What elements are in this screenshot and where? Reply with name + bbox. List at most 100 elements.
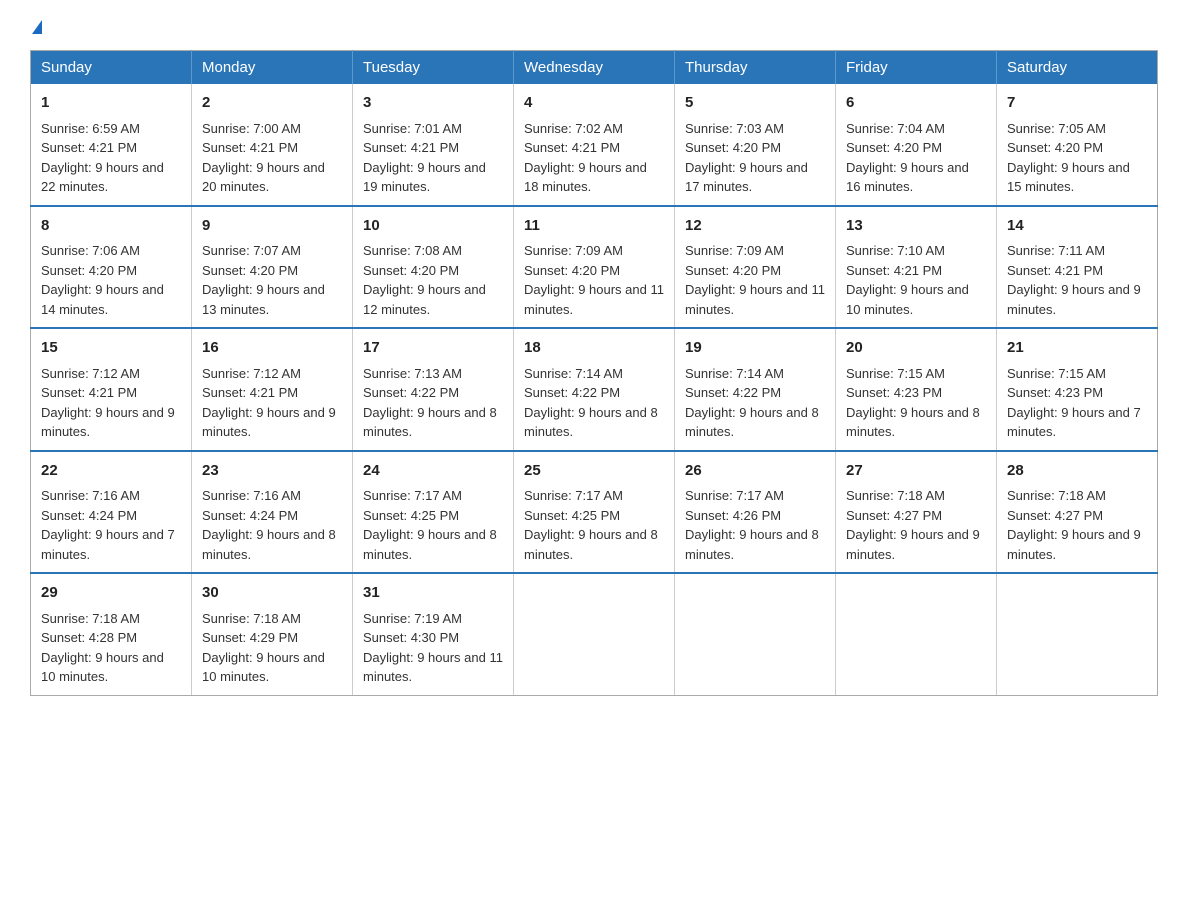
day-info: Sunrise: 7:09 AMSunset: 4:20 PMDaylight:… — [524, 243, 664, 317]
calendar-day-cell: 10 Sunrise: 7:08 AMSunset: 4:20 PMDaylig… — [353, 206, 514, 329]
day-number: 21 — [1007, 337, 1147, 360]
day-info: Sunrise: 7:07 AMSunset: 4:20 PMDaylight:… — [202, 243, 325, 317]
calendar-day-cell: 4 Sunrise: 7:02 AMSunset: 4:21 PMDayligh… — [514, 84, 675, 206]
calendar-day-cell: 1 Sunrise: 6:59 AMSunset: 4:21 PMDayligh… — [31, 84, 192, 206]
day-number: 30 — [202, 582, 342, 605]
day-number: 25 — [524, 460, 664, 483]
calendar-week-row: 29 Sunrise: 7:18 AMSunset: 4:28 PMDaylig… — [31, 573, 1158, 695]
day-number: 12 — [685, 215, 825, 238]
calendar-day-cell — [997, 573, 1158, 695]
day-info: Sunrise: 7:12 AMSunset: 4:21 PMDaylight:… — [202, 366, 336, 440]
day-number: 28 — [1007, 460, 1147, 483]
day-number: 16 — [202, 337, 342, 360]
day-number: 10 — [363, 215, 503, 238]
day-number: 8 — [41, 215, 181, 238]
day-number: 5 — [685, 92, 825, 115]
calendar-body: 1 Sunrise: 6:59 AMSunset: 4:21 PMDayligh… — [31, 84, 1158, 695]
day-number: 19 — [685, 337, 825, 360]
calendar-day-cell: 26 Sunrise: 7:17 AMSunset: 4:26 PMDaylig… — [675, 451, 836, 574]
day-number: 22 — [41, 460, 181, 483]
calendar-day-cell: 6 Sunrise: 7:04 AMSunset: 4:20 PMDayligh… — [836, 84, 997, 206]
day-info: Sunrise: 7:19 AMSunset: 4:30 PMDaylight:… — [363, 611, 503, 685]
calendar-day-cell: 18 Sunrise: 7:14 AMSunset: 4:22 PMDaylig… — [514, 328, 675, 451]
day-info: Sunrise: 7:02 AMSunset: 4:21 PMDaylight:… — [524, 121, 647, 195]
calendar-day-cell: 14 Sunrise: 7:11 AMSunset: 4:21 PMDaylig… — [997, 206, 1158, 329]
calendar-week-row: 8 Sunrise: 7:06 AMSunset: 4:20 PMDayligh… — [31, 206, 1158, 329]
logo-triangle-icon — [32, 20, 42, 34]
calendar-day-cell: 22 Sunrise: 7:16 AMSunset: 4:24 PMDaylig… — [31, 451, 192, 574]
calendar-day-cell: 16 Sunrise: 7:12 AMSunset: 4:21 PMDaylig… — [192, 328, 353, 451]
day-info: Sunrise: 7:03 AMSunset: 4:20 PMDaylight:… — [685, 121, 808, 195]
weekday-header-cell: Saturday — [997, 51, 1158, 85]
day-number: 9 — [202, 215, 342, 238]
calendar-day-cell: 13 Sunrise: 7:10 AMSunset: 4:21 PMDaylig… — [836, 206, 997, 329]
day-info: Sunrise: 7:12 AMSunset: 4:21 PMDaylight:… — [41, 366, 175, 440]
calendar-day-cell — [675, 573, 836, 695]
calendar-day-cell: 28 Sunrise: 7:18 AMSunset: 4:27 PMDaylig… — [997, 451, 1158, 574]
logo — [30, 20, 42, 34]
day-info: Sunrise: 7:17 AMSunset: 4:25 PMDaylight:… — [524, 488, 658, 562]
day-info: Sunrise: 7:18 AMSunset: 4:29 PMDaylight:… — [202, 611, 325, 685]
calendar-day-cell: 3 Sunrise: 7:01 AMSunset: 4:21 PMDayligh… — [353, 84, 514, 206]
calendar-day-cell: 9 Sunrise: 7:07 AMSunset: 4:20 PMDayligh… — [192, 206, 353, 329]
day-number: 17 — [363, 337, 503, 360]
day-info: Sunrise: 7:01 AMSunset: 4:21 PMDaylight:… — [363, 121, 486, 195]
calendar-day-cell: 12 Sunrise: 7:09 AMSunset: 4:20 PMDaylig… — [675, 206, 836, 329]
day-number: 31 — [363, 582, 503, 605]
weekday-header-cell: Tuesday — [353, 51, 514, 85]
day-number: 7 — [1007, 92, 1147, 115]
day-info: Sunrise: 7:18 AMSunset: 4:28 PMDaylight:… — [41, 611, 164, 685]
day-info: Sunrise: 7:15 AMSunset: 4:23 PMDaylight:… — [1007, 366, 1141, 440]
calendar-day-cell: 25 Sunrise: 7:17 AMSunset: 4:25 PMDaylig… — [514, 451, 675, 574]
day-info: Sunrise: 6:59 AMSunset: 4:21 PMDaylight:… — [41, 121, 164, 195]
day-number: 3 — [363, 92, 503, 115]
calendar-day-cell: 8 Sunrise: 7:06 AMSunset: 4:20 PMDayligh… — [31, 206, 192, 329]
day-info: Sunrise: 7:09 AMSunset: 4:20 PMDaylight:… — [685, 243, 825, 317]
calendar-week-row: 1 Sunrise: 6:59 AMSunset: 4:21 PMDayligh… — [31, 84, 1158, 206]
calendar-day-cell: 24 Sunrise: 7:17 AMSunset: 4:25 PMDaylig… — [353, 451, 514, 574]
page-header — [30, 20, 1158, 34]
calendar-table: SundayMondayTuesdayWednesdayThursdayFrid… — [30, 50, 1158, 696]
calendar-day-cell: 20 Sunrise: 7:15 AMSunset: 4:23 PMDaylig… — [836, 328, 997, 451]
day-info: Sunrise: 7:16 AMSunset: 4:24 PMDaylight:… — [202, 488, 336, 562]
day-info: Sunrise: 7:15 AMSunset: 4:23 PMDaylight:… — [846, 366, 980, 440]
day-info: Sunrise: 7:17 AMSunset: 4:26 PMDaylight:… — [685, 488, 819, 562]
calendar-day-cell: 30 Sunrise: 7:18 AMSunset: 4:29 PMDaylig… — [192, 573, 353, 695]
day-info: Sunrise: 7:18 AMSunset: 4:27 PMDaylight:… — [1007, 488, 1141, 562]
day-number: 14 — [1007, 215, 1147, 238]
day-number: 4 — [524, 92, 664, 115]
calendar-week-row: 22 Sunrise: 7:16 AMSunset: 4:24 PMDaylig… — [31, 451, 1158, 574]
calendar-day-cell: 27 Sunrise: 7:18 AMSunset: 4:27 PMDaylig… — [836, 451, 997, 574]
day-number: 1 — [41, 92, 181, 115]
calendar-day-cell: 5 Sunrise: 7:03 AMSunset: 4:20 PMDayligh… — [675, 84, 836, 206]
calendar-day-cell — [836, 573, 997, 695]
day-number: 6 — [846, 92, 986, 115]
day-info: Sunrise: 7:16 AMSunset: 4:24 PMDaylight:… — [41, 488, 175, 562]
weekday-header-cell: Thursday — [675, 51, 836, 85]
day-info: Sunrise: 7:00 AMSunset: 4:21 PMDaylight:… — [202, 121, 325, 195]
day-info: Sunrise: 7:14 AMSunset: 4:22 PMDaylight:… — [685, 366, 819, 440]
day-number: 18 — [524, 337, 664, 360]
day-info: Sunrise: 7:14 AMSunset: 4:22 PMDaylight:… — [524, 366, 658, 440]
calendar-day-cell: 7 Sunrise: 7:05 AMSunset: 4:20 PMDayligh… — [997, 84, 1158, 206]
day-info: Sunrise: 7:08 AMSunset: 4:20 PMDaylight:… — [363, 243, 486, 317]
day-info: Sunrise: 7:10 AMSunset: 4:21 PMDaylight:… — [846, 243, 969, 317]
day-info: Sunrise: 7:05 AMSunset: 4:20 PMDaylight:… — [1007, 121, 1130, 195]
weekday-header-cell: Sunday — [31, 51, 192, 85]
calendar-day-cell: 11 Sunrise: 7:09 AMSunset: 4:20 PMDaylig… — [514, 206, 675, 329]
day-number: 15 — [41, 337, 181, 360]
calendar-day-cell: 2 Sunrise: 7:00 AMSunset: 4:21 PMDayligh… — [192, 84, 353, 206]
weekday-header-row: SundayMondayTuesdayWednesdayThursdayFrid… — [31, 51, 1158, 85]
day-number: 2 — [202, 92, 342, 115]
day-number: 29 — [41, 582, 181, 605]
weekday-header-cell: Wednesday — [514, 51, 675, 85]
day-number: 13 — [846, 215, 986, 238]
weekday-header-cell: Friday — [836, 51, 997, 85]
calendar-day-cell — [514, 573, 675, 695]
calendar-day-cell: 17 Sunrise: 7:13 AMSunset: 4:22 PMDaylig… — [353, 328, 514, 451]
calendar-week-row: 15 Sunrise: 7:12 AMSunset: 4:21 PMDaylig… — [31, 328, 1158, 451]
calendar-day-cell: 19 Sunrise: 7:14 AMSunset: 4:22 PMDaylig… — [675, 328, 836, 451]
day-info: Sunrise: 7:18 AMSunset: 4:27 PMDaylight:… — [846, 488, 980, 562]
day-number: 26 — [685, 460, 825, 483]
day-info: Sunrise: 7:04 AMSunset: 4:20 PMDaylight:… — [846, 121, 969, 195]
